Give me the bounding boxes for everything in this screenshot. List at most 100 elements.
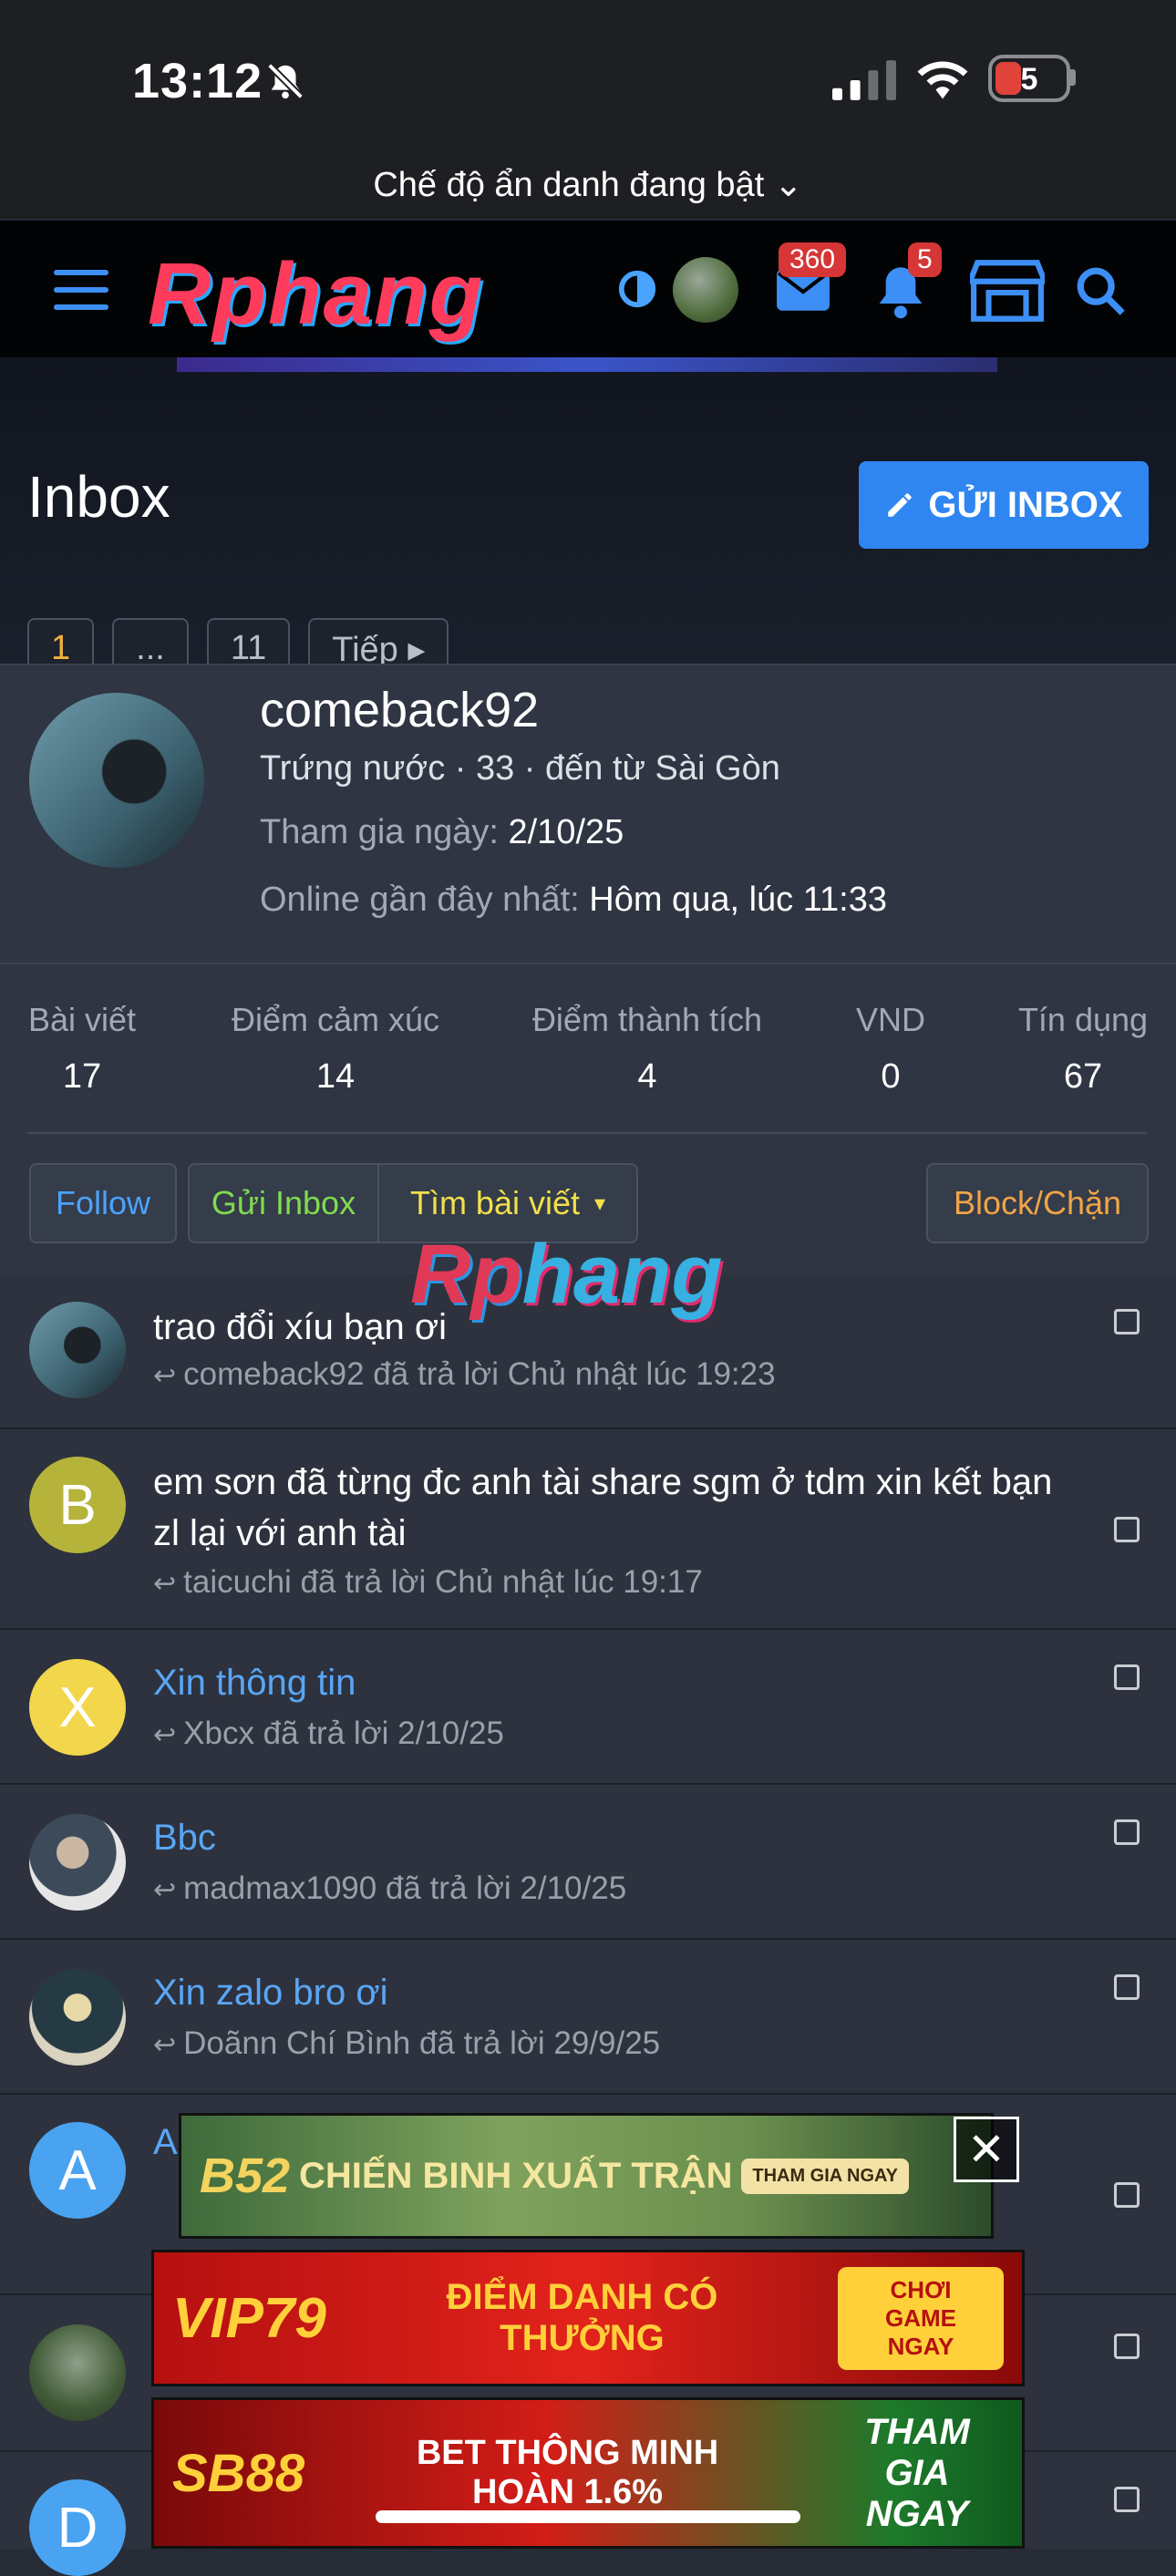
follow-button[interactable]: Follow: [29, 1163, 177, 1243]
conversation-row[interactable]: X Xin thông tin ↩ Xbcx đã trả lời 2/10/25: [0, 1630, 1176, 1786]
ad-brand: B52: [200, 2148, 291, 2203]
stat-label: VND: [855, 1001, 925, 1038]
conversation-checkbox[interactable]: [1114, 2487, 1140, 2512]
ad-text: ĐIỂM DANH CÓ THƯỞNG: [446, 2277, 718, 2358]
stat-value: 14: [315, 1057, 356, 1096]
ad-brand: VIP79: [172, 2286, 326, 2350]
reply-icon: ↩: [153, 1720, 177, 1750]
card-divider: [0, 963, 1176, 964]
member-avatar[interactable]: [29, 693, 204, 868]
reply-icon: ↩: [153, 2030, 177, 2060]
conversation-title[interactable]: Xin zalo bro ơi: [153, 1967, 1076, 2018]
joined-label: Tham gia ngày:: [260, 813, 499, 851]
member-username[interactable]: comeback92: [260, 682, 539, 738]
ad-banner-sb88[interactable]: SB88 BET THÔNG MINH HOÀN 1.6% THAM GIA N…: [151, 2397, 1025, 2549]
site-logo[interactable]: Rphang: [148, 244, 484, 345]
block-button[interactable]: Block/Chặn: [926, 1163, 1149, 1243]
conversation-row[interactable]: B em sơn đã từng đc anh tài share sgm ở …: [0, 1429, 1176, 1631]
notification-count-badge: 5: [908, 242, 942, 277]
new-inbox-label: GỬI INBOX: [928, 484, 1123, 525]
conversation-avatar[interactable]: B: [29, 1457, 126, 1553]
menu-icon[interactable]: [53, 270, 109, 310]
ad-brand: SB88: [172, 2443, 305, 2503]
banner-strip: [177, 357, 997, 372]
stat-label: Bài viết: [27, 1001, 137, 1038]
stat-reactions[interactable]: Điểm cảm xúc 14: [208, 1001, 463, 1097]
stat-value: 4: [637, 1057, 657, 1096]
conversation-meta-text: comeback92 đã trả lời Chủ nhật lúc 19:23: [183, 1356, 776, 1392]
reply-icon: ↩: [153, 1569, 177, 1599]
ad-text: BET THÔNG MINH HOÀN 1.6%: [416, 2434, 719, 2511]
new-inbox-button[interactable]: GỬI INBOX: [859, 461, 1149, 549]
member-last-seen: Online gần đây nhất: Hôm qua, lúc 11:33: [260, 881, 887, 920]
conversation-checkbox[interactable]: [1114, 2334, 1140, 2359]
lastseen-value: Hôm qua, lúc 11:33: [589, 881, 887, 919]
close-ad-icon[interactable]: ✕: [954, 2117, 1019, 2182]
conversation-title[interactable]: Xin thông tin: [153, 1657, 1076, 1708]
conversation-checkbox[interactable]: [1114, 1517, 1140, 1542]
conversation-meta: ↩ Xbcx đã trả lời 2/10/25: [153, 1716, 504, 1752]
incognito-banner[interactable]: Chế độ ẩn danh đang bật ⌄: [0, 164, 1176, 205]
stat-label: Điểm thành tích: [531, 1001, 763, 1038]
ad-banner-b52[interactable]: B52 CHIẾN BINH XUẤT TRẬN THAM GIA NGAY: [179, 2113, 994, 2239]
conversation-checkbox[interactable]: [1114, 1309, 1140, 1334]
ad-cta: THAM GIA NGAY: [741, 2158, 909, 2194]
search-icon[interactable]: [1074, 264, 1127, 317]
conversation-avatar[interactable]: [29, 2324, 126, 2421]
signal-icon: [832, 60, 896, 100]
stat-value: 67: [1063, 1057, 1103, 1096]
conversation-title[interactable]: Bbc: [153, 1812, 1076, 1863]
conversation-row[interactable]: Bbc ↩ madmax1090 đã trả lời 2/10/25: [0, 1785, 1176, 1941]
stat-credits: Tín dụng 67: [999, 1001, 1167, 1097]
conversation-checkbox[interactable]: [1114, 1664, 1140, 1690]
conversation-checkbox[interactable]: [1114, 2182, 1140, 2208]
conversation-avatar[interactable]: D: [29, 2479, 126, 2576]
status-time: 13:12: [132, 54, 263, 108]
conversation-checkbox[interactable]: [1114, 1974, 1140, 2000]
conversation-avatar[interactable]: [29, 1302, 126, 1398]
send-inbox-button[interactable]: Gửi Inbox: [188, 1163, 379, 1243]
battery-icon: 5: [988, 55, 1070, 102]
conversation-meta-text: madmax1090 đã trả lời 2/10/25: [183, 1870, 627, 1906]
battery-tip: [1070, 69, 1076, 86]
conversation-title[interactable]: em sơn đã từng đc anh tài share sgm ở td…: [153, 1457, 1076, 1559]
ad-text: CHIẾN BINH XUẤT TRẬN: [298, 2155, 733, 2196]
inbox-count-badge: 360: [779, 242, 847, 277]
conversation-meta-text: Xbcx đã trả lời 2/10/25: [183, 1716, 504, 1751]
conversation-avatar[interactable]: [29, 1814, 126, 1911]
member-title: Trứng nước · 33 · đến từ Sài Gòn: [260, 749, 780, 788]
logo-text: Rphang: [148, 245, 485, 343]
theme-toggle-icon[interactable]: [616, 268, 658, 310]
watermark-logo: Rphang: [410, 1227, 722, 1323]
ad-cta: THAM GIA NGAY: [864, 2411, 970, 2534]
stat-label: Điểm cảm xúc: [231, 1001, 440, 1038]
wifi-icon: [917, 61, 968, 99]
stat-value: 17: [62, 1057, 102, 1096]
conversation-checkbox[interactable]: [1114, 1819, 1140, 1845]
home-indicator[interactable]: [376, 2510, 800, 2523]
conversation-meta-text: Doãnn Chí Bình đã trả lời 29/9/25: [183, 2025, 661, 2061]
reply-icon: ↩: [153, 1361, 177, 1391]
caret-down-icon: ▾: [594, 1190, 606, 1216]
stat-value: 0: [881, 1057, 901, 1096]
incognito-label: Chế độ ẩn danh đang bật: [373, 166, 765, 204]
conversation-meta-text: taicuchi đã trả lời Chủ nhật lúc 19:17: [183, 1564, 703, 1600]
ad-banner-vip79[interactable]: VIP79 ĐIỂM DANH CÓ THƯỞNG CHƠI GAME NGAY: [151, 2250, 1025, 2386]
conversation-meta: ↩ Doãnn Chí Bình đã trả lời 29/9/25: [153, 2025, 660, 2062]
watermark-part: Rp: [410, 1228, 522, 1321]
stat-posts[interactable]: Bài viết 17: [11, 1001, 153, 1097]
conversation-avatar[interactable]: X: [29, 1659, 126, 1756]
stat-trophy-points[interactable]: Điểm thành tích 4: [511, 1001, 784, 1097]
stat-vnd: VND 0: [831, 1001, 950, 1097]
store-icon[interactable]: [970, 259, 1045, 323]
user-avatar[interactable]: [673, 257, 738, 323]
conversation-avatar[interactable]: [29, 1969, 126, 2066]
conversation-meta: ↩ madmax1090 đã trả lời 2/10/25: [153, 1870, 626, 1907]
conversation-avatar[interactable]: A: [29, 2122, 126, 2219]
member-joined: Tham gia ngày: 2/10/25: [260, 813, 624, 852]
conversation-row[interactable]: Xin zalo bro ơi ↩ Doãnn Chí Bình đã trả l…: [0, 1940, 1176, 2096]
joined-value: 2/10/25: [508, 813, 624, 851]
chevron-down-icon: ⌄: [773, 166, 803, 204]
bell-off-icon: [267, 63, 304, 99]
ad-cta: CHƠI GAME NGAY: [838, 2266, 1004, 2370]
